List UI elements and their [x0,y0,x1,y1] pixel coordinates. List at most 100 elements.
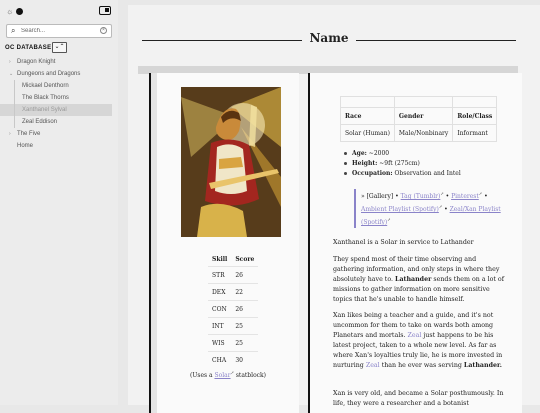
lathander-name: Lathander. [463,362,502,369]
sidebar-item-label: Home [17,143,34,149]
details-panel: Race Gender Role/Class Solar (Human) Mal… [308,73,522,413]
fact-value: ~9ft (275cm) [377,160,420,167]
chevron-right-icon: › [9,131,11,137]
info-spacer-row [340,96,498,108]
info-role: Informant [452,124,498,142]
portrait-illustration [181,87,281,237]
sidebar-item-mickael-denthorn[interactable]: Mickael Denthorn [0,80,118,92]
table-row: CHA 30 [208,351,259,368]
stat-score: 25 [231,317,259,335]
paragraph-teacher: Xan likes being a teacher and a guide, a… [333,311,505,371]
sidebar-item-dungeons-and-dragons[interactable]: ⌄ Dungeons and Dragons [0,68,118,80]
stats-header-skill: Skill [212,255,228,263]
sidebar-item-label: The Black Thorns [22,95,69,101]
fact-label: Age: [352,150,367,157]
stat-name: WIS [208,334,232,352]
stat-name: STR [208,266,232,284]
sun-icon[interactable]: ☼ [6,7,13,16]
zeal-link[interactable]: Zeal [366,362,380,369]
list-item: Age: ~2000 [344,149,461,159]
solar-statblock-link[interactable]: Solar [214,372,230,379]
infobox-panel: Skill Score STR 26 DEX 22 CON 26 INT 25 WIS 2… [149,73,299,413]
table-row: STR 26 [208,266,259,284]
stat-score: 22 [231,283,259,301]
gallery-links: » [Gallery] • Tag (Tumblr)↗ • Pinterest↗… [354,189,511,228]
sidebar-item-label: Mickael Denthorn [22,83,69,89]
sidebar-item-home[interactable]: Home [0,140,118,152]
clear-icon[interactable]: × [100,27,107,34]
info-spacer-cell [393,96,454,108]
ambient-playlist-link[interactable]: Ambient Playlist (Spotify) [361,206,439,213]
fact-label: Occupation: [352,170,393,177]
search-icon: ⌕ [11,26,16,35]
collapse-all-button[interactable]: ⌄⌃ [52,42,67,53]
tumblr-tag-link[interactable]: Tag (Tumblr) [401,193,441,200]
pinterest-link[interactable]: Pinterest [451,193,479,200]
stats-table: Skill Score STR 26 DEX 22 CON 26 INT 25 WIS 2… [208,252,259,368]
stat-score: 26 [231,300,259,318]
stat-name: CHA [208,351,232,368]
gallery-separator: • [443,193,452,200]
fact-value: Observation and Intel [392,170,461,177]
gallery-separator: • [482,193,488,200]
paragraph-intro: Xanthanel is a Solar in service to Latha… [333,239,474,246]
theme-toggle[interactable]: ☼ [6,7,24,16]
sidebar-item-label: Dragon Knight [17,59,56,65]
lathander-name: Lathander [395,276,432,283]
stat-name: INT [208,317,232,335]
sidebar-item-the-five[interactable]: › The Five [0,128,118,140]
info-header-role: Role/Class [452,107,498,125]
info-race: Solar (Human) [340,124,395,142]
database-title: OC DATABASE [5,45,52,51]
external-link-icon: ↗ [387,217,391,222]
moon-icon[interactable] [16,8,24,15]
character-portrait[interactable] [181,87,281,237]
table-row: WIS 25 [208,334,259,352]
infobox-frame: Skill Score STR 26 DEX 22 CON 26 INT 25 WIS 2… [157,73,299,413]
fact-value: ~2000 [366,150,390,157]
statblock-note: (Uses a Solar↗ statblock) [157,370,299,379]
info-header-race: Race [340,107,395,125]
info-header-row: Race Gender Role/Class [340,107,498,125]
info-header-gender: Gender [393,107,454,125]
stat-name: DEX [208,283,232,301]
info-spacer-cell [340,96,395,108]
search-box[interactable]: ⌕ × [6,24,112,38]
sidebar-item-label: The Five [17,131,41,137]
search-input[interactable] [21,26,101,36]
sidebar-item-dragon-knight[interactable]: › Dragon Knight [0,56,118,68]
zeal-link[interactable]: Zeal [407,332,421,339]
stat-name: CON [208,300,232,318]
statblock-note-prefix: (Uses a [189,372,215,379]
list-item: Occupation: Observation and Intel [344,169,461,179]
table-row: INT 25 [208,317,259,335]
sidebar-item-label: Xanthanel Sylval [22,107,67,113]
sidebar-toggle-icon[interactable] [99,6,111,15]
info-table: Race Gender Role/Class Solar (Human) Mal… [340,96,498,142]
sidebar-item-label: Dungeons and Dragons [17,71,81,77]
statblock-note-suffix: statblock) [233,372,267,379]
gallery-separator: • [442,206,450,213]
sidebar-item-xanthanel-sylval[interactable]: Xanthanel Sylval [0,104,112,116]
stats-header-score: Score [235,255,255,263]
sidebar-item-zeal-eddison[interactable]: Zeal Eddison [0,116,118,128]
sidebar-item-the-black-thorns[interactable]: The Black Thorns [0,92,118,104]
info-gender: Male/Nonbinary [393,124,454,142]
page-title: Name [309,31,349,45]
list-item: Height: ~9ft (275cm) [344,159,461,169]
table-row: DEX 22 [208,283,259,301]
paragraph-history: Xan is very old, and became a Solar post… [333,390,504,407]
table-row: CON 26 [208,300,259,318]
stat-score: 26 [231,266,259,284]
title-row: Name [142,31,516,47]
main-content: Name Skill Score STR 26 DEX 22 CON 26 IN… [128,5,540,413]
sidebar: ☼ ⌕ × OC DATABASE ⌄⌃ › Dragon Knight ⌄ D… [0,0,118,405]
stat-score: 25 [231,334,259,352]
info-value-row: Solar (Human) Male/Nonbinary Informant [340,124,498,142]
sidebar-nav: › Dragon Knight ⌄ Dungeons and Dragons M… [0,56,118,152]
paragraph-text: than he ever was serving [379,362,464,369]
facts-list: Age: ~2000 Height: ~9ft (275cm) Occupati… [344,149,461,179]
info-spacer-cell [452,96,498,108]
fact-label: Height: [352,160,378,167]
stat-score: 30 [231,351,259,368]
